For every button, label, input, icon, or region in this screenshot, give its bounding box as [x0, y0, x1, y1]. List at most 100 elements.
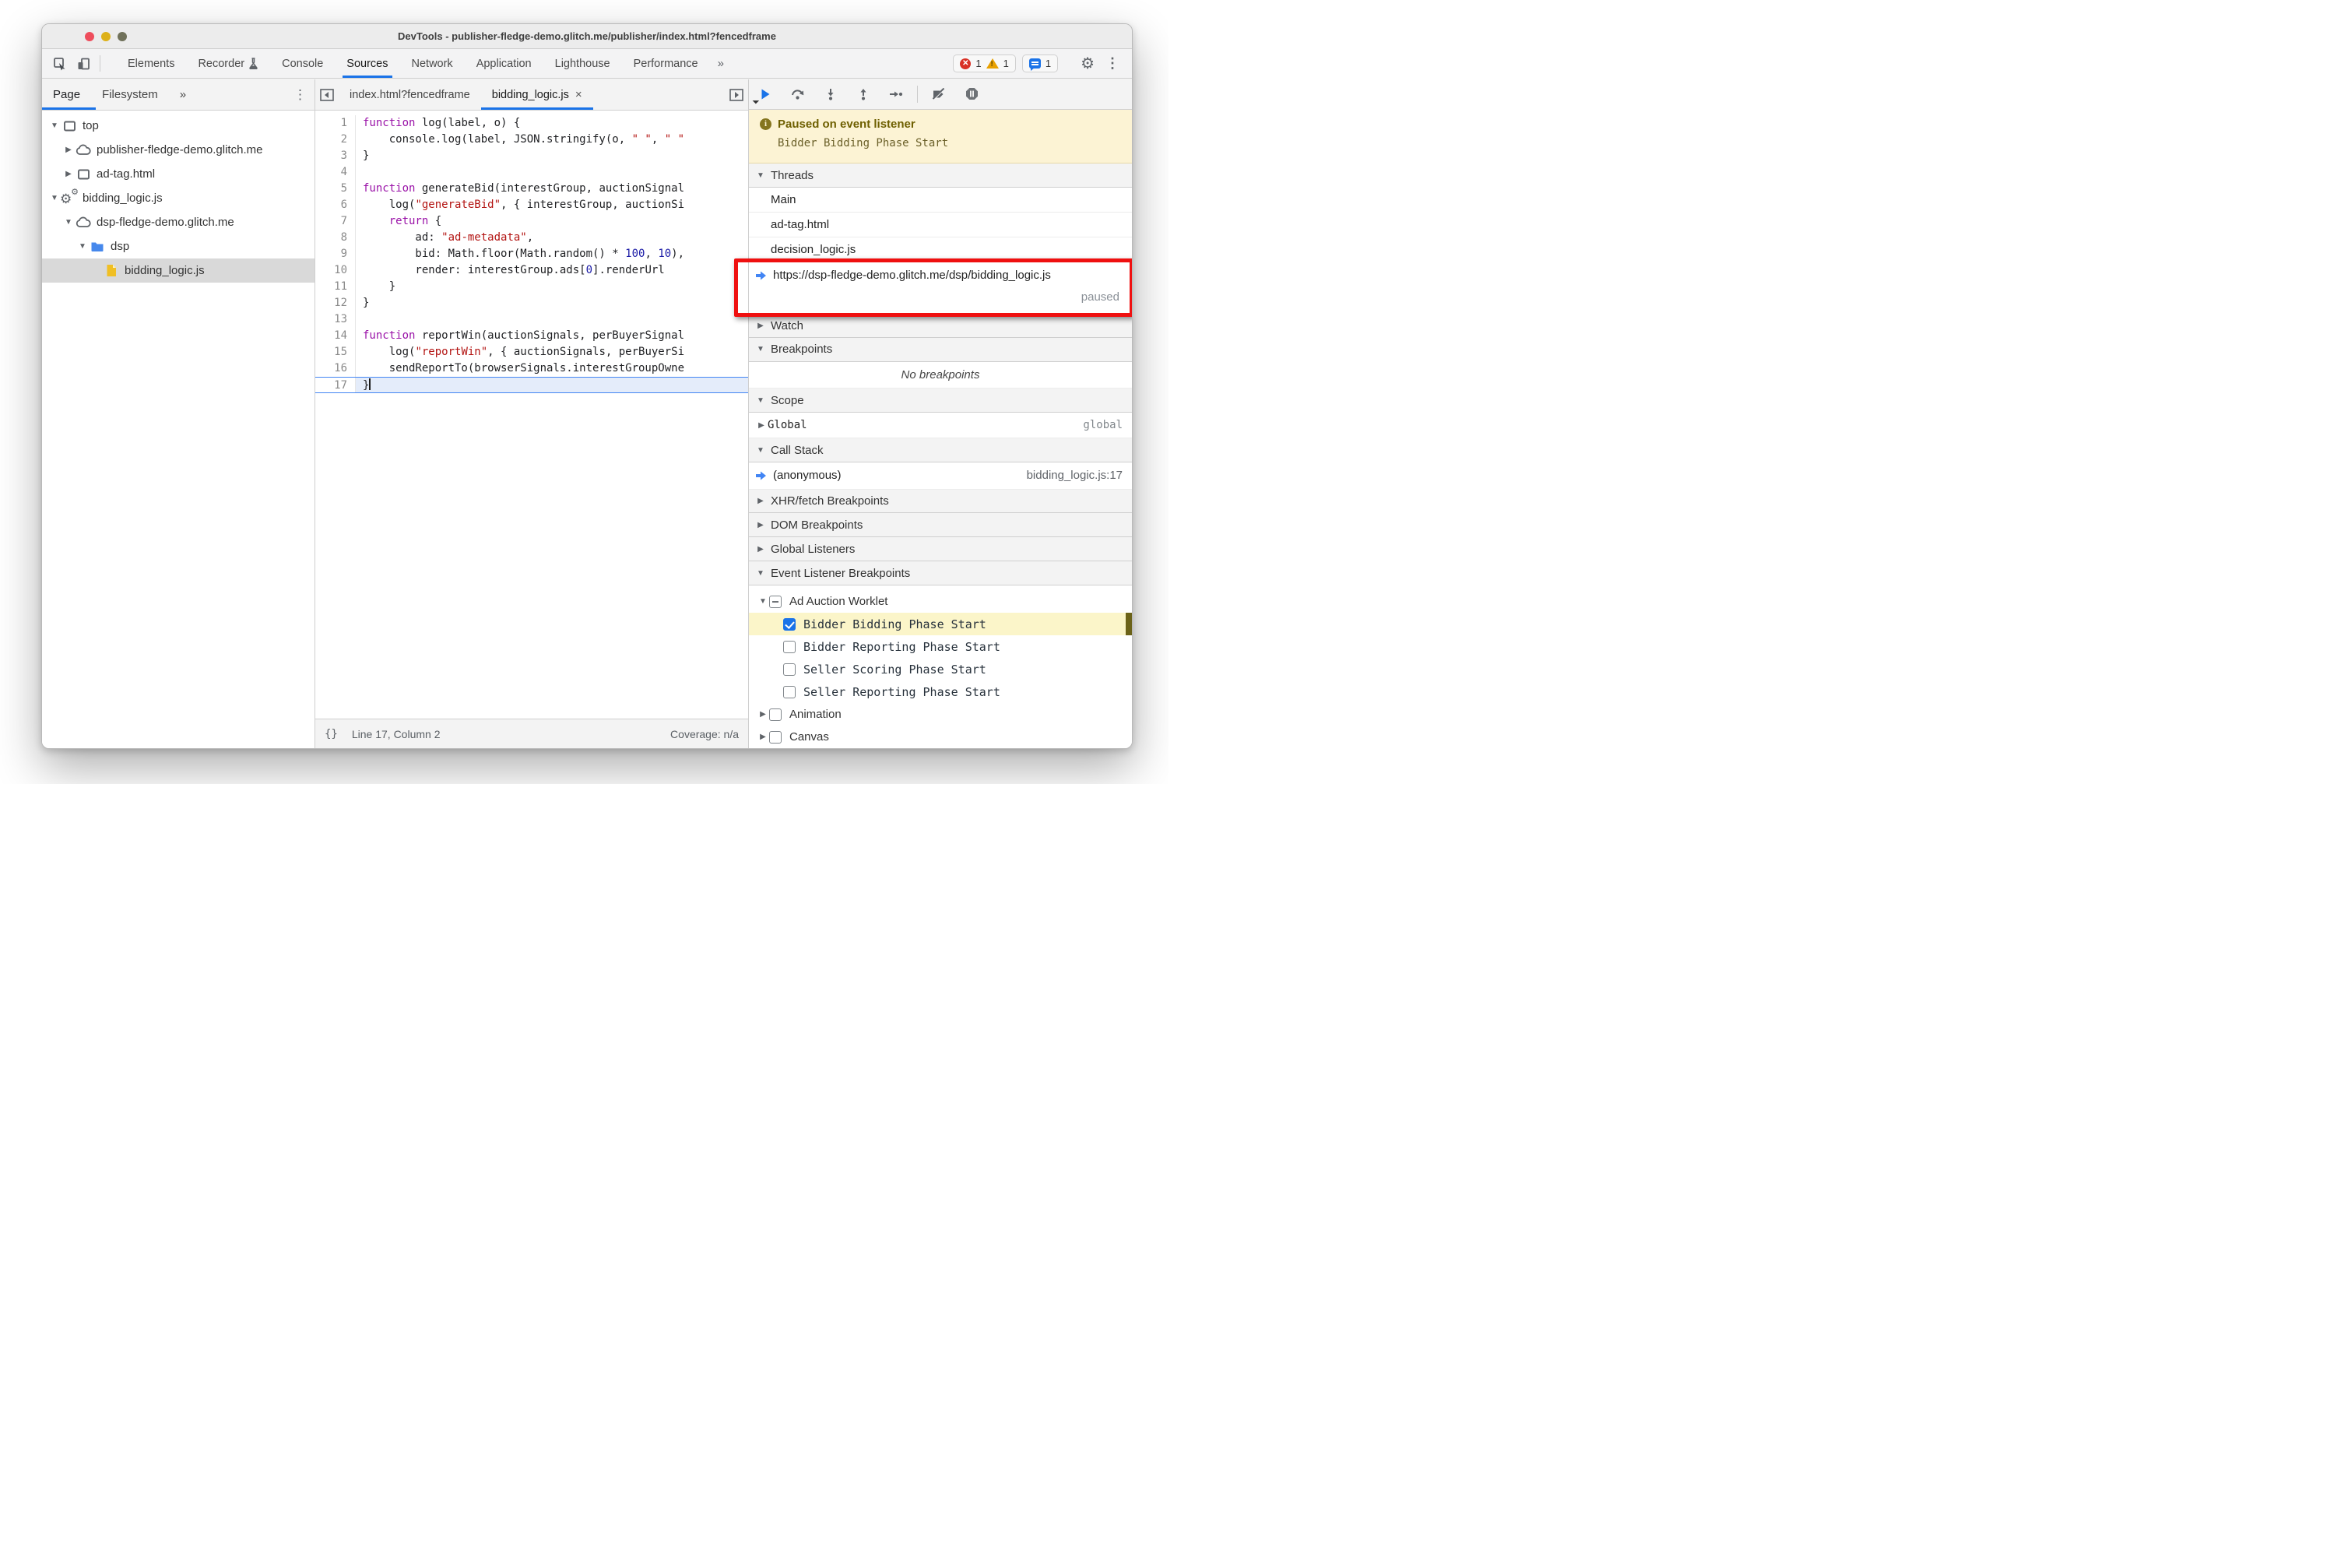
close-tab-icon[interactable]: × — [575, 88, 582, 101]
event-group-canvas[interactable]: ▶ Canvas — [749, 726, 1132, 748]
event-item-label: Seller Scoring Phase Start — [803, 662, 986, 677]
issues-badge[interactable]: ✕ 1 1 — [953, 54, 1016, 72]
code-line-13[interactable]: 13 — [315, 311, 748, 328]
section-global-listeners[interactable]: ▶ Global Listeners — [749, 537, 1132, 562]
tab-elements[interactable]: Elements — [116, 49, 186, 78]
thread-row[interactable]: ad-tag.html — [749, 213, 1132, 238]
thread-row[interactable]: Main — [749, 188, 1132, 213]
tree-item-bidding-logic-js[interactable]: bidding_logic.js — [42, 258, 315, 283]
checkbox-unchecked[interactable] — [769, 730, 782, 744]
section-event-listener-breakpoints[interactable]: ▼ Event Listener Breakpoints — [749, 561, 1132, 585]
tree-item-bidding-logic-js[interactable]: ▼ ⚙ ⚙ bidding_logic.js — [42, 186, 315, 210]
kebab-menu-icon[interactable]: ⋮ — [1101, 55, 1124, 72]
chevron-down-icon[interactable]: ▼ — [76, 242, 89, 251]
step-into-icon[interactable] — [824, 87, 838, 101]
code-line-15[interactable]: 15 log("reportWin", { auctionSignals, pe… — [315, 344, 748, 360]
tab-lighthouse[interactable]: Lighthouse — [543, 49, 622, 78]
more-navigator-tabs-icon[interactable]: » — [169, 79, 197, 110]
tree-item-top[interactable]: ▼ top — [42, 114, 315, 138]
section-scope[interactable]: ▼ Scope — [749, 388, 1132, 413]
toggle-navigator-icon[interactable] — [315, 79, 339, 110]
checkbox-unchecked[interactable] — [783, 640, 796, 653]
step-out-icon[interactable] — [856, 87, 870, 101]
tree-item-ad-tag-html[interactable]: ▶ ad-tag.html — [42, 162, 315, 186]
event-item-seller-scoring-phase-start[interactable]: Seller Scoring Phase Start — [749, 658, 1132, 680]
section-xhr-breakpoints[interactable]: ▶ XHR/fetch Breakpoints — [749, 489, 1132, 514]
section-call-stack[interactable]: ▼ Call Stack — [749, 438, 1132, 462]
code-line-1[interactable]: 1 function log(label, o) { — [315, 115, 748, 132]
section-threads[interactable]: ▼ Threads — [749, 163, 1132, 188]
step-icon[interactable] — [889, 87, 903, 101]
line-number: 13 — [315, 311, 356, 328]
tab-console[interactable]: Console — [270, 49, 335, 78]
code-line-7[interactable]: 7 return { — [315, 213, 748, 230]
event-group-ad-auction-worklet[interactable]: ▼ Ad Auction Worklet — [749, 590, 1132, 613]
event-item-bidder-bidding-phase-start[interactable]: Bidder Bidding Phase Start — [749, 613, 1132, 635]
tree-item-dsp[interactable]: ▼ dsp — [42, 234, 315, 258]
checkbox-unchecked[interactable] — [783, 685, 796, 698]
tree-item-publisher-fledge-demo-glitch-me[interactable]: ▶ publisher-fledge-demo.glitch.me — [42, 138, 315, 162]
call-stack-frame[interactable]: (anonymous) bidding_logic.js:17 — [749, 462, 1132, 490]
device-toolbar-icon[interactable] — [72, 49, 95, 78]
event-group-animation[interactable]: ▶ Animation — [749, 703, 1132, 726]
tab-filesystem[interactable]: Filesystem — [91, 79, 169, 110]
code-line-9[interactable]: 9 bid: Math.floor(Math.random() * 100, 1… — [315, 246, 748, 262]
tab-network[interactable]: Network — [400, 49, 465, 78]
section-dom-breakpoints[interactable]: ▶ DOM Breakpoints — [749, 513, 1132, 538]
chevron-down-icon[interactable]: ▼ — [48, 194, 61, 202]
code-line-10[interactable]: 10 render: interestGroup.ads[0].renderUr… — [315, 262, 748, 279]
code-line-2[interactable]: 2 console.log(label, JSON.stringify(o, "… — [315, 132, 748, 148]
checkbox-unchecked[interactable] — [769, 708, 782, 721]
code-editor[interactable]: 1 function log(label, o) {2 console.log(l… — [315, 111, 748, 719]
frame-name: (anonymous) — [773, 469, 842, 483]
resume-icon[interactable] — [752, 87, 772, 104]
checkbox-unchecked[interactable] — [783, 663, 796, 676]
thread-row-paused[interactable]: https://dsp-fledge-demo.glitch.me/dsp/bi… — [749, 262, 1132, 315]
event-item-seller-reporting-phase-start[interactable]: Seller Reporting Phase Start — [749, 680, 1132, 703]
tab-application[interactable]: Application — [465, 49, 543, 78]
chevron-right-icon[interactable]: ▶ — [757, 710, 769, 719]
thread-row[interactable]: decision_logic.js — [749, 237, 1132, 263]
code-line-6[interactable]: 6 log("generateBid", { interestGroup, au… — [315, 197, 748, 213]
checkbox-indeterminate[interactable] — [769, 595, 782, 608]
code-line-17[interactable]: 17} — [315, 377, 748, 393]
code-line-3[interactable]: 3} — [315, 148, 748, 164]
code-line-8[interactable]: 8 ad: "ad-metadata", — [315, 230, 748, 246]
section-breakpoints[interactable]: ▼ Breakpoints — [749, 337, 1132, 362]
messages-badge[interactable]: 1 — [1021, 54, 1059, 72]
titlebar: DevTools - publisher-fledge-demo.glitch.… — [42, 24, 1132, 49]
editor-tab-index[interactable]: index.html?fencedframe — [339, 79, 481, 110]
event-item-bidder-reporting-phase-start[interactable]: Bidder Reporting Phase Start — [749, 635, 1132, 658]
step-over-icon[interactable] — [791, 87, 805, 101]
settings-gear-icon[interactable]: ⚙ — [1074, 54, 1101, 73]
code-line-4[interactable]: 4 — [315, 164, 748, 181]
chevron-right-icon[interactable]: ▶ — [62, 170, 75, 178]
tab-page[interactable]: Page — [42, 79, 97, 110]
tab-sources[interactable]: Sources — [335, 49, 399, 78]
chevron-down-icon[interactable]: ▼ — [62, 218, 75, 227]
section-watch[interactable]: ▶ Watch — [749, 314, 1132, 338]
tab-performance[interactable]: Performance — [622, 49, 710, 78]
code-line-11[interactable]: 11 } — [315, 279, 748, 295]
pretty-print-icon[interactable]: {} — [325, 728, 338, 740]
code-line-14[interactable]: 14 function reportWin(auctionSignals, per… — [315, 328, 748, 344]
tree-item-dsp-fledge-demo-glitch-me[interactable]: ▼ dsp-fledge-demo.glitch.me — [42, 210, 315, 234]
more-panels-icon[interactable]: » — [710, 49, 732, 78]
code-line-5[interactable]: 5 function generateBid(interestGroup, auc… — [315, 181, 748, 197]
chevron-right-icon[interactable]: ▶ — [62, 146, 75, 154]
open-file-list-icon[interactable] — [725, 88, 748, 101]
warning-icon — [986, 58, 999, 69]
checkbox-checked[interactable] — [783, 617, 796, 631]
tab-recorder[interactable]: Recorder — [186, 49, 270, 78]
chevron-right-icon[interactable]: ▶ — [757, 733, 769, 741]
code-line-16[interactable]: 16 sendReportTo(browserSignals.interestG… — [315, 360, 748, 377]
editor-tab-bidding-logic[interactable]: bidding_logic.js × — [480, 79, 593, 110]
scope-global-row[interactable]: ▶ Global global — [749, 413, 1132, 439]
navigator-kebab-icon[interactable]: ⋮ — [293, 87, 315, 103]
chevron-down-icon[interactable]: ▼ — [48, 121, 61, 130]
inspect-element-icon[interactable] — [48, 49, 72, 78]
chevron-down-icon[interactable]: ▼ — [757, 597, 769, 606]
code-line-12[interactable]: 12} — [315, 295, 748, 311]
pause-on-exceptions-icon[interactable] — [965, 87, 979, 101]
deactivate-breakpoints-icon[interactable] — [932, 87, 946, 101]
